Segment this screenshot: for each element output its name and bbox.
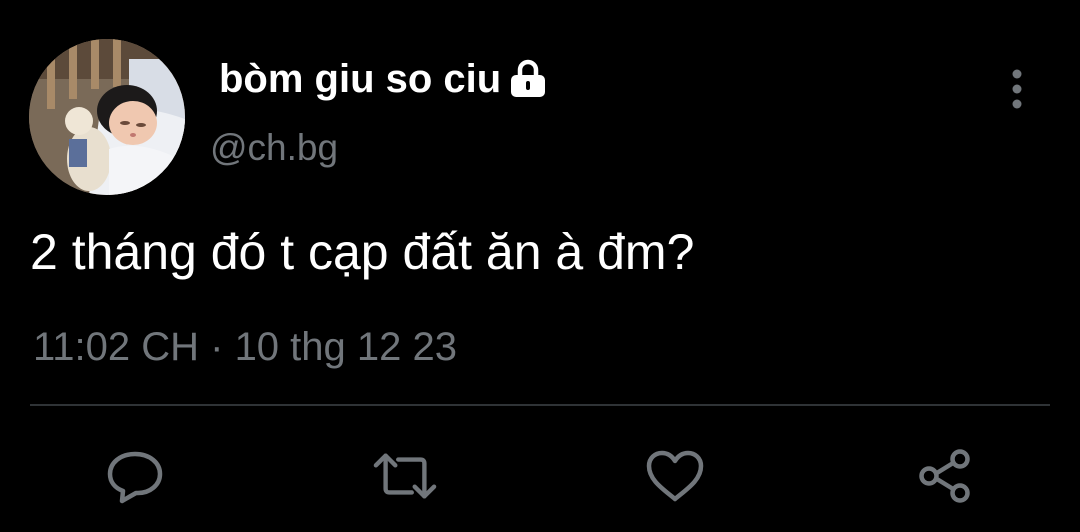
user-handle[interactable]: @ch.bg xyxy=(210,126,338,170)
like-button[interactable] xyxy=(643,444,707,508)
reply-icon xyxy=(107,451,163,504)
tweet-timestamp[interactable]: 11:02 CH · 10 thg 12 23 xyxy=(33,323,457,371)
retweet-icon xyxy=(373,453,437,499)
heart-icon xyxy=(646,450,704,502)
display-name-row[interactable]: bòm giu so ciu xyxy=(219,55,547,103)
avatar-image xyxy=(29,39,185,195)
display-name[interactable]: bòm giu so ciu xyxy=(219,55,501,103)
more-vertical-icon xyxy=(1012,69,1022,109)
reply-button[interactable] xyxy=(103,444,167,508)
share-button[interactable] xyxy=(913,444,977,508)
more-options-button[interactable] xyxy=(997,62,1037,116)
lock-icon xyxy=(509,59,547,99)
share-icon xyxy=(919,449,970,503)
tweet-text: 2 tháng đó t cạp đất ăn à đm? xyxy=(30,224,695,280)
avatar[interactable] xyxy=(29,39,185,195)
retweet-button[interactable] xyxy=(373,444,437,508)
divider xyxy=(30,404,1050,406)
